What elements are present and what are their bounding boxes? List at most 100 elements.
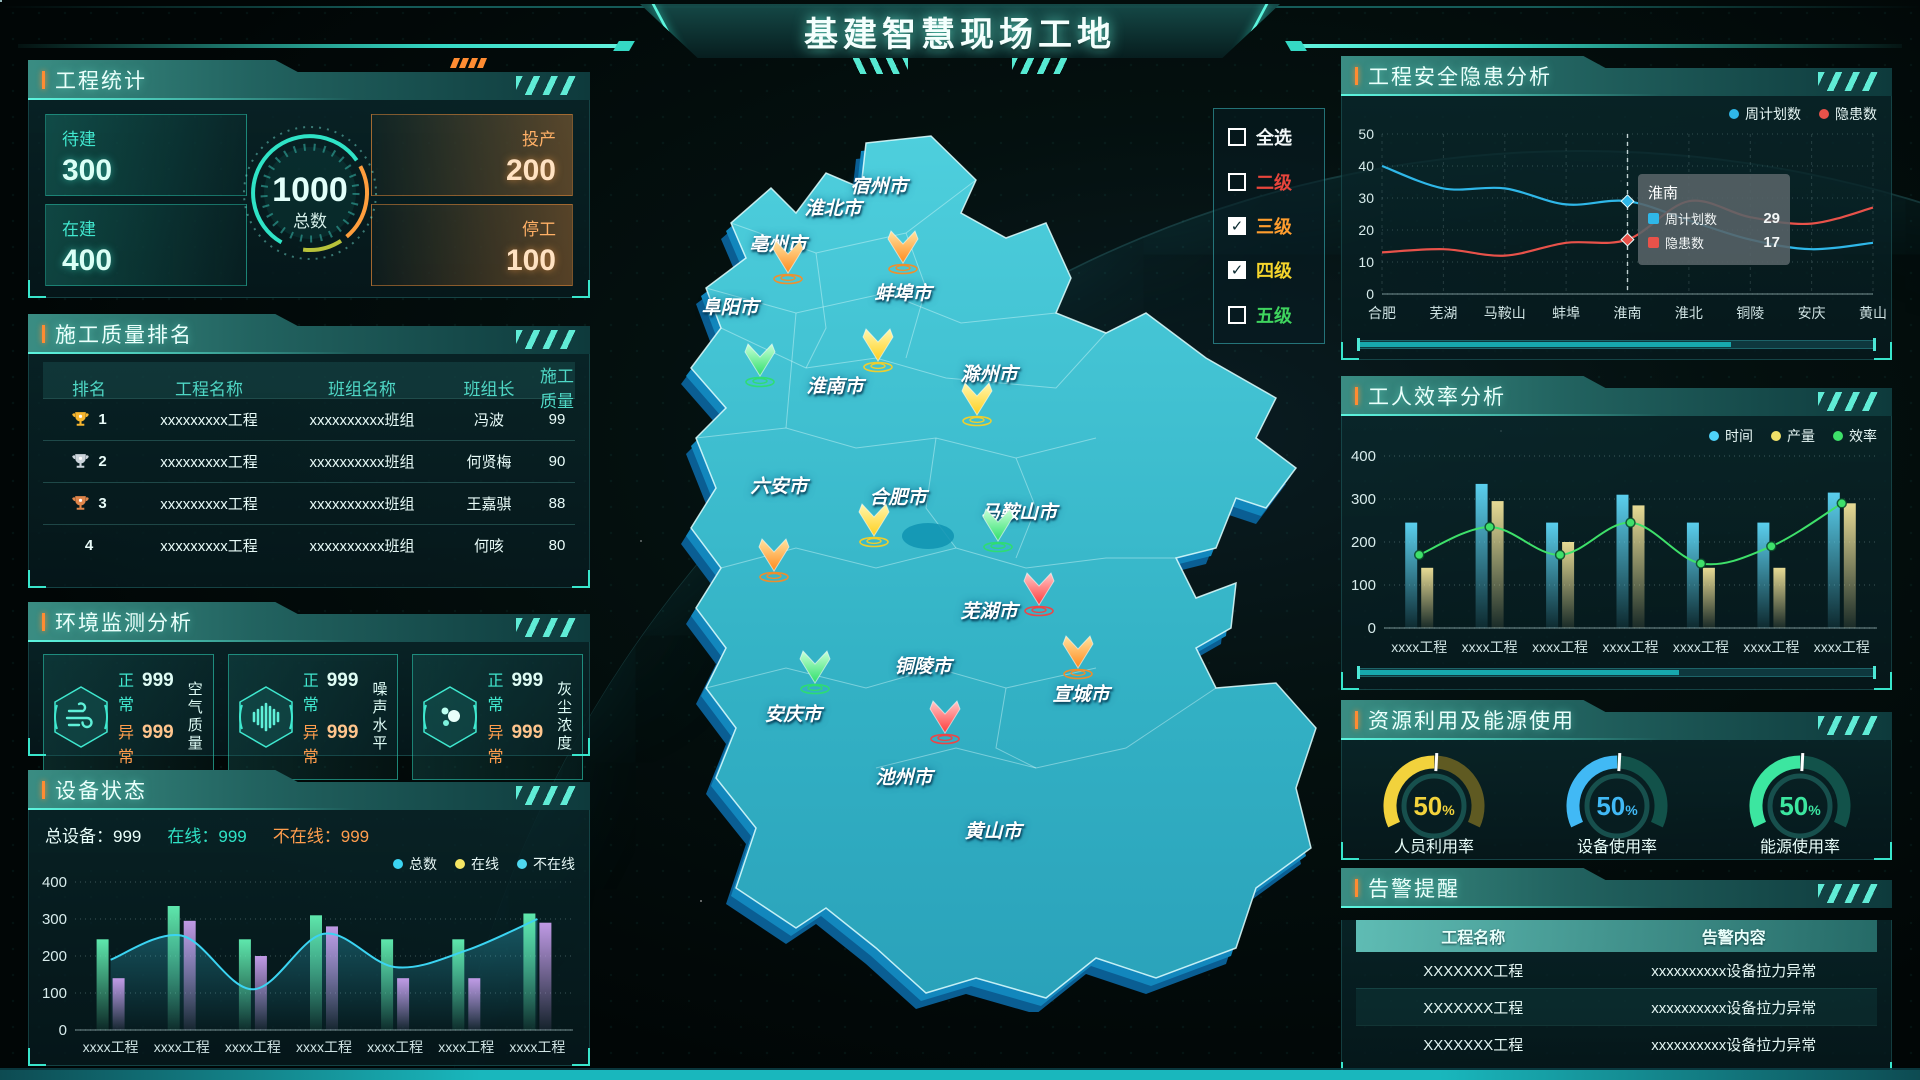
legend-item-周计划数[interactable]: 周计划数 [1729,104,1801,124]
svg-text:铜陵: 铜陵 [1736,305,1764,321]
header-wing-right [1302,44,1902,48]
svg-text:淮北: 淮北 [1675,305,1703,321]
map-pin-red-icon[interactable] [923,695,967,747]
level-filter-五级[interactable]: 五级 [1228,302,1324,328]
device-legend: 总数在线不在线 [393,854,575,874]
panel-safety-body: 周计划数隐患数 01020304050合肥芜湖马鞍山蚌埠淮南淮北铜陵安庆黄山 淮… [1341,96,1892,360]
svg-text:200: 200 [42,948,67,965]
map-pin-yellow-icon[interactable] [955,377,999,429]
map-pin-yellow-icon[interactable] [856,323,900,375]
level-filter-三级[interactable]: ✓三级 [1228,213,1324,239]
metric-name: 灰尘浓度 [553,681,574,753]
stat-value: 400 [62,244,230,278]
level-filter-四级[interactable]: ✓四级 [1228,257,1324,283]
rank-number: 4 [85,537,93,554]
svg-text:200: 200 [1351,534,1376,551]
scrollbar-fill[interactable] [1360,342,1731,347]
city-label-阜阳市: 阜阳市 [701,293,758,320]
svg-text:xxxx工程: xxxx工程 [1673,639,1729,655]
svg-text:0: 0 [59,1022,67,1039]
abnormal-label: 异常 [303,719,319,767]
env-values: 正常999异常999 [118,663,174,771]
svg-text:安庆: 安庆 [1798,305,1826,321]
checkbox-checked-icon[interactable]: ✓ [1228,217,1246,235]
map-pin-orange-icon[interactable] [1056,630,1100,682]
panel-title: 设备状态 [55,775,147,805]
city-label-池州市: 池州市 [875,763,932,790]
map-pin-green-icon[interactable] [976,503,1020,555]
legend-item-效率[interactable]: 效率 [1833,426,1877,446]
quality-score: 88 [537,495,577,512]
panel-alarm: 告警提醒 工程名称告警内容XXXXXXX工程xxxxxxxxxx设备拉力异常XX… [1341,868,1892,1068]
stat-pending: 待建 300 [45,114,247,196]
legend-item-产量[interactable]: 产量 [1771,426,1815,446]
legend-item-总数[interactable]: 总数 [393,854,437,874]
device-stat-不在线: 不在线：999 [273,822,369,847]
svg-text:0: 0 [1368,620,1376,637]
checkbox-unchecked-icon[interactable] [1228,128,1246,146]
abnormal-row: 异常999 [303,719,359,767]
header-slashes-left [1012,56,1070,74]
accent-bar-icon [1355,711,1358,729]
title-banner: 基建智慧现场工地 [640,4,1280,58]
level-filter-全选[interactable]: 全选 [1228,124,1324,150]
footer-strip [0,1070,1920,1080]
dash-decoration [1617,377,1689,380]
safety-legend: 周计划数 隐患数 [1729,104,1877,124]
abnormal-label: 异常 [118,719,134,767]
map-pin-orange-icon[interactable] [881,225,925,277]
checkbox-checked-icon[interactable]: ✓ [1228,261,1246,279]
noise-icon [237,685,295,749]
accent-bar-icon [42,781,45,799]
map-pin-red-icon[interactable] [1017,567,1061,619]
legend-item-隐患数[interactable]: 隐患数 [1819,104,1877,124]
svg-text:300: 300 [1351,491,1376,508]
normal-row: 正常999 [487,667,543,715]
checkbox-unchecked-icon[interactable] [1228,306,1246,324]
legend-item-不在线[interactable]: 不在线 [517,854,575,874]
scrollbar-fill[interactable] [1360,670,1679,675]
alarm-content: xxxxxxxxxx设备拉力异常 [1590,960,1877,981]
legend-item-在线[interactable]: 在线 [455,854,499,874]
svg-text:xxxx工程: xxxx工程 [1743,639,1799,655]
total-value: 1000 [272,171,348,209]
panel-environment-body: 正常999异常999空气质量正常999异常999噪声水平正常999异常999灰尘… [28,642,590,756]
device-stat-总设备: 总设备：999 [45,822,141,847]
map-pin-yellow-icon[interactable] [852,498,896,550]
stat-building: 在建 400 [45,204,247,286]
legend-label: 产量 [1787,426,1815,446]
rank-cell: 4 [43,537,135,554]
svg-text:黄山: 黄山 [1859,305,1887,321]
svg-text:xxxx工程: xxxx工程 [1814,639,1870,655]
dash-decoration [1617,869,1689,872]
project-name: xxxxxxxxx工程 [135,451,283,472]
legend-item-时间[interactable]: 时间 [1709,426,1753,446]
panel-worker-body: 时间产量效率 0100200300400xxxx工程xxxx工程xxxx工程xx… [1341,416,1892,690]
quality-table-header: 排名工程名称班组名称班组长施工质量 [43,362,575,398]
slashes-icon [1818,716,1880,735]
worker-chart-scrollbar[interactable] [1358,668,1875,677]
map-pin-orange-icon[interactable] [752,533,796,585]
checkbox-unchecked-icon[interactable] [1228,173,1246,191]
metric-name: 空气质量 [184,681,205,753]
normal-row: 正常999 [303,667,359,715]
legend-dot-icon [393,859,403,869]
accent-bar-icon [1355,387,1358,405]
map-pin-green-icon[interactable] [793,645,837,697]
svg-text:设备使用率: 设备使用率 [1576,838,1656,856]
map-pin-orange-icon[interactable] [766,235,810,287]
level-filter-二级[interactable]: 二级 [1228,169,1324,195]
map-pin-green-icon[interactable] [738,338,782,390]
legend-label: 隐患数 [1835,104,1877,124]
panel-quality-body: 排名工程名称班组名称班组长施工质量1xxxxxxxxx工程xxxxxxxxxx班… [28,354,590,588]
team-leader: 何贤梅 [441,451,537,472]
panel-quality-rank: 施工质量排名 排名工程名称班组名称班组长施工质量1xxxxxxxxx工程xxxx… [28,314,590,588]
legend-label: 时间 [1725,426,1753,446]
level-label: 全选 [1256,124,1292,150]
city-label-安庆市: 安庆市 [764,700,821,727]
svg-text:xxxx工程: xxxx工程 [1391,639,1447,655]
header-wing-left [18,44,618,48]
header-slashes-right [850,56,908,74]
safety-chart-scrollbar[interactable] [1358,340,1875,349]
page-title: 基建智慧现场工地 [804,7,1116,56]
